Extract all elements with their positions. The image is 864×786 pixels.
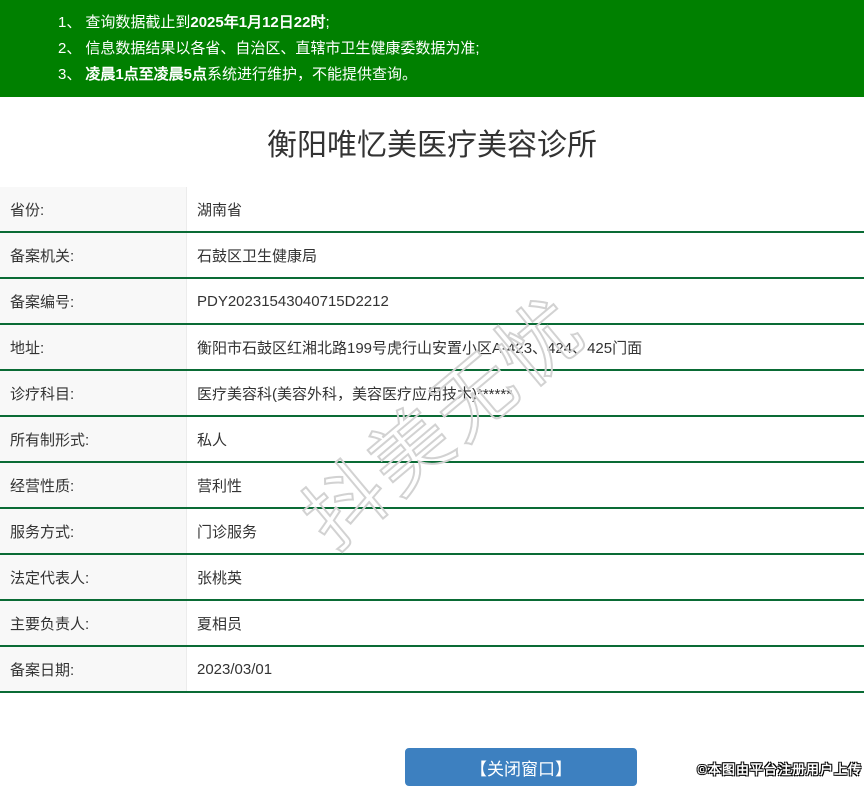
row-value: 衡阳市石鼓区红湘北路199号虎行山安置小区A-423、424、425门面 [197, 339, 643, 357]
row-value: 石鼓区卫生健康局 [197, 247, 318, 265]
table-row: 地址: 衡阳市石鼓区红湘北路199号虎行山安置小区A-423、424、425门面 [0, 325, 864, 371]
table-row: 主要负责人: 夏相员 [0, 601, 864, 647]
notice-line: 1、 查询数据截止到2025年1月12日22时; [58, 10, 854, 36]
row-value: PDY20231543040715D2212 [197, 292, 389, 310]
row-label: 备案日期: [0, 647, 187, 691]
table-row: 省份: 湖南省 [0, 187, 864, 233]
close-window-button[interactable]: 【关闭窗口】 [405, 748, 637, 786]
row-value: 夏相员 [197, 615, 243, 633]
row-label: 诊疗科目: [0, 371, 187, 415]
row-value: 私人 [197, 431, 228, 449]
notice-text-bold: 凌晨1点至凌晨5点 [85, 66, 208, 83]
row-value: 湖南省 [197, 201, 243, 219]
table-row: 服务方式: 门诊服务 [0, 509, 864, 555]
row-label: 主要负责人: [0, 601, 187, 645]
notice-line: 2、 信息数据结果以各省、自治区、直辖市卫生健康委数据为准; [58, 36, 854, 62]
row-label: 所有制形式: [0, 417, 187, 461]
table-row: 所有制形式: 私人 [0, 417, 864, 463]
notice-number: 2、 [58, 40, 82, 57]
notice-number: 1、 [58, 14, 82, 31]
row-label: 备案机关: [0, 233, 187, 277]
notice-text-bold: 2025年1月12日22时 [190, 14, 326, 31]
registration-lookup-page: 1、 查询数据截止到2025年1月12日22时; 2、 信息数据结果以各省、自治区、… [0, 0, 864, 786]
row-value: 张桃英 [197, 569, 243, 587]
row-label: 服务方式: [0, 509, 187, 553]
notice-number: 3、 [58, 66, 82, 83]
row-value: 2023/03/01 [197, 660, 273, 678]
table-row: 备案日期: 2023/03/01 [0, 647, 864, 693]
notice-text-tail: 系统进行维护，不能提供查询。 [207, 66, 418, 83]
copyright-note: ©本图由平台注册用户上传 [697, 762, 862, 777]
row-value: 医疗美容科(美容外科，美容医疗应用技术)****** [197, 385, 513, 403]
row-label: 备案编号: [0, 279, 187, 323]
table-row: 诊疗科目: 医疗美容科(美容外科，美容医疗应用技术)****** [0, 371, 864, 417]
notice-text: 查询数据截止到 [85, 14, 191, 31]
table-row: 备案机关: 石鼓区卫生健康局 [0, 233, 864, 279]
table-row: 经营性质: 营利性 [0, 463, 864, 509]
row-label: 地址: [0, 325, 187, 369]
notice-line: 3、 凌晨1点至凌晨5点系统进行维护，不能提供查询。 [58, 62, 854, 88]
row-value: 门诊服务 [197, 523, 258, 541]
table-row: 法定代表人: 张桃英 [0, 555, 864, 601]
info-table: 省份: 湖南省 备案机关: 石鼓区卫生健康局 备案编号: PDY20231543… [0, 187, 864, 693]
row-label: 省份: [0, 187, 187, 231]
notice-text-tail: ; [325, 14, 330, 31]
notice-text: 信息数据结果以各省、自治区、直辖市卫生健康委数据为准; [85, 40, 480, 57]
row-label: 法定代表人: [0, 555, 187, 599]
clinic-title: 衡阳唯忆美医疗美容诊所 [267, 129, 597, 162]
row-value: 营利性 [197, 477, 243, 495]
row-label: 经营性质: [0, 463, 187, 507]
table-row: 备案编号: PDY20231543040715D2212 [0, 279, 864, 325]
notice-banner: 1、 查询数据截止到2025年1月12日22时; 2、 信息数据结果以各省、自治区、… [0, 0, 864, 97]
